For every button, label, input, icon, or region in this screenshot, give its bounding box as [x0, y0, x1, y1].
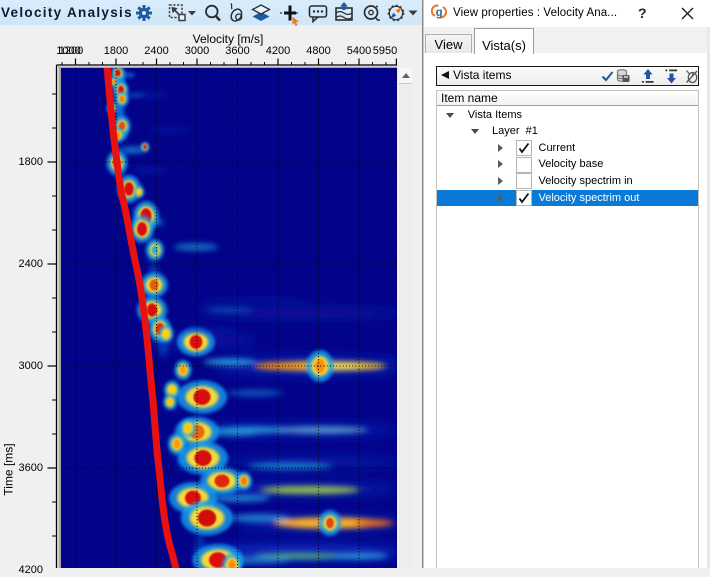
svg-text:g: g	[436, 7, 443, 19]
